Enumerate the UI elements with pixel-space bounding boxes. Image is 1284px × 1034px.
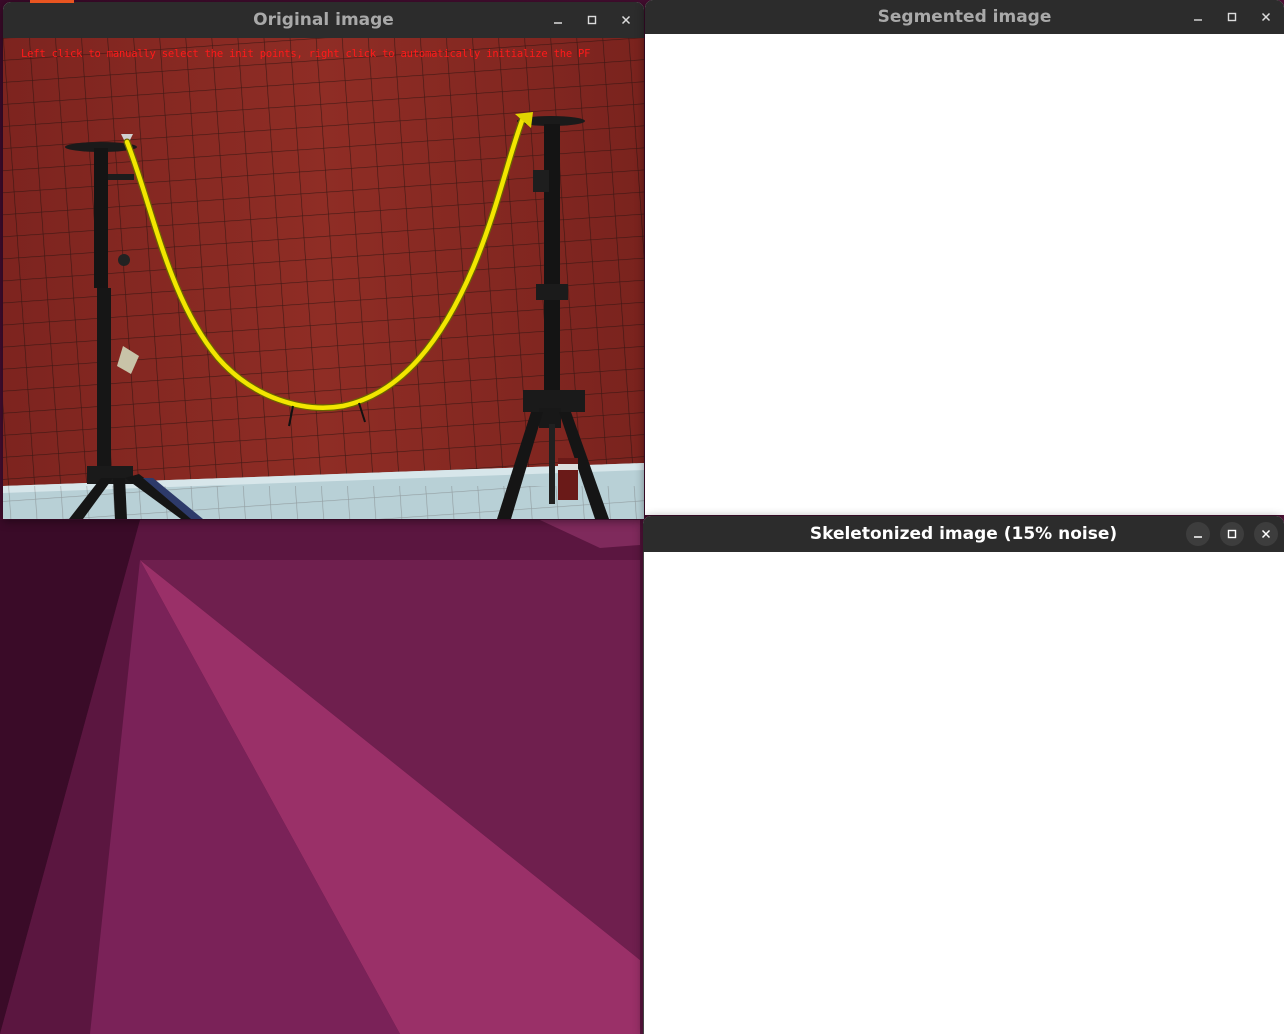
window-title: Original image [253,10,394,30]
maximize-icon[interactable] [1220,5,1244,29]
image-canvas[interactable]: Left click to manually select the init p… [3,38,644,519]
close-icon[interactable] [1254,5,1278,29]
minimize-icon[interactable] [1186,522,1210,546]
window-skeletonized-image: Skeletonized image (15% noise) [643,516,1284,1034]
titlebar[interactable]: Skeletonized image (15% noise) [643,516,1284,552]
close-icon[interactable] [614,8,638,32]
desktop: Original image Left click to manually se… [0,0,1284,1034]
camera-frame[interactable] [3,38,644,519]
top-panel-accent [30,0,74,3]
window-title: Skeletonized image (15% noise) [809,524,1118,544]
window-title: Segmented image [877,7,1052,27]
maximize-icon[interactable] [580,8,604,32]
segmented-canvas[interactable] [645,34,1284,515]
close-icon[interactable] [1254,522,1278,546]
window-segmented-image: Segmented image [645,0,1284,515]
window-original-image: Original image Left click to manually se… [3,2,644,519]
skeleton-canvas[interactable] [643,552,1284,1034]
minimize-icon[interactable] [1186,5,1210,29]
titlebar[interactable]: Original image [3,2,644,38]
minimize-icon[interactable] [546,8,570,32]
titlebar[interactable]: Segmented image [645,0,1284,34]
maximize-icon[interactable] [1220,522,1244,546]
overlay-instruction-text: Left click to manually select the init p… [21,48,591,60]
